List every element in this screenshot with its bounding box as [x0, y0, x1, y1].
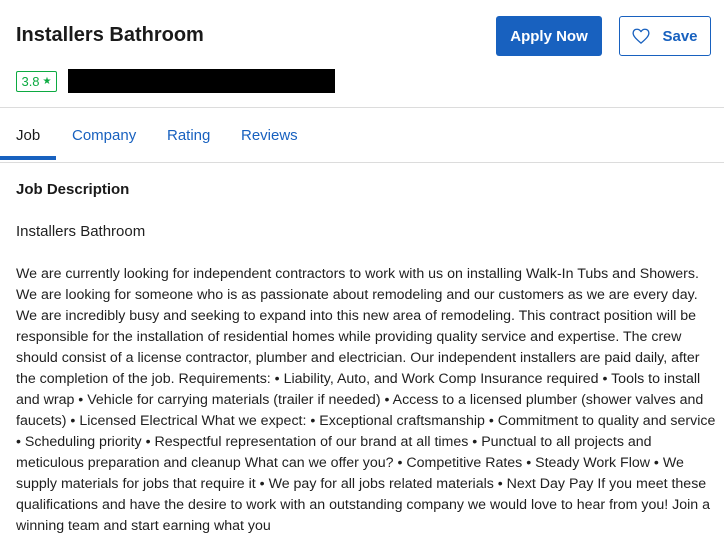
tab-rating[interactable]: Rating [167, 108, 210, 162]
redacted-company-name [68, 69, 335, 93]
section-heading: Job Description [16, 181, 130, 198]
apply-now-button[interactable]: Apply Now [496, 16, 602, 56]
heart-icon [632, 28, 651, 44]
star-icon: ★ [42, 75, 52, 87]
job-header: Installers Bathroom 3.8 ★ Apply Now Save [0, 0, 724, 108]
tab-bar: Job Company Rating Reviews [0, 108, 724, 163]
save-label: Save [662, 27, 698, 45]
rating-value: 3.8 [21, 74, 40, 89]
active-tab-indicator [0, 156, 56, 160]
rating-badge: 3.8 ★ [16, 71, 57, 92]
tab-reviews[interactable]: Reviews [241, 108, 298, 162]
job-subtitle: Installers Bathroom [16, 223, 146, 240]
tab-job[interactable]: Job [16, 108, 40, 162]
job-title: Installers Bathroom [16, 24, 204, 46]
job-description-section: Job Description Installers Bathroom We a… [16, 180, 716, 537]
apply-now-label: Apply Now [510, 27, 588, 45]
save-button[interactable]: Save [619, 16, 711, 56]
job-description-text: We are currently looking for independent… [16, 266, 716, 534]
tab-company[interactable]: Company [72, 108, 136, 162]
